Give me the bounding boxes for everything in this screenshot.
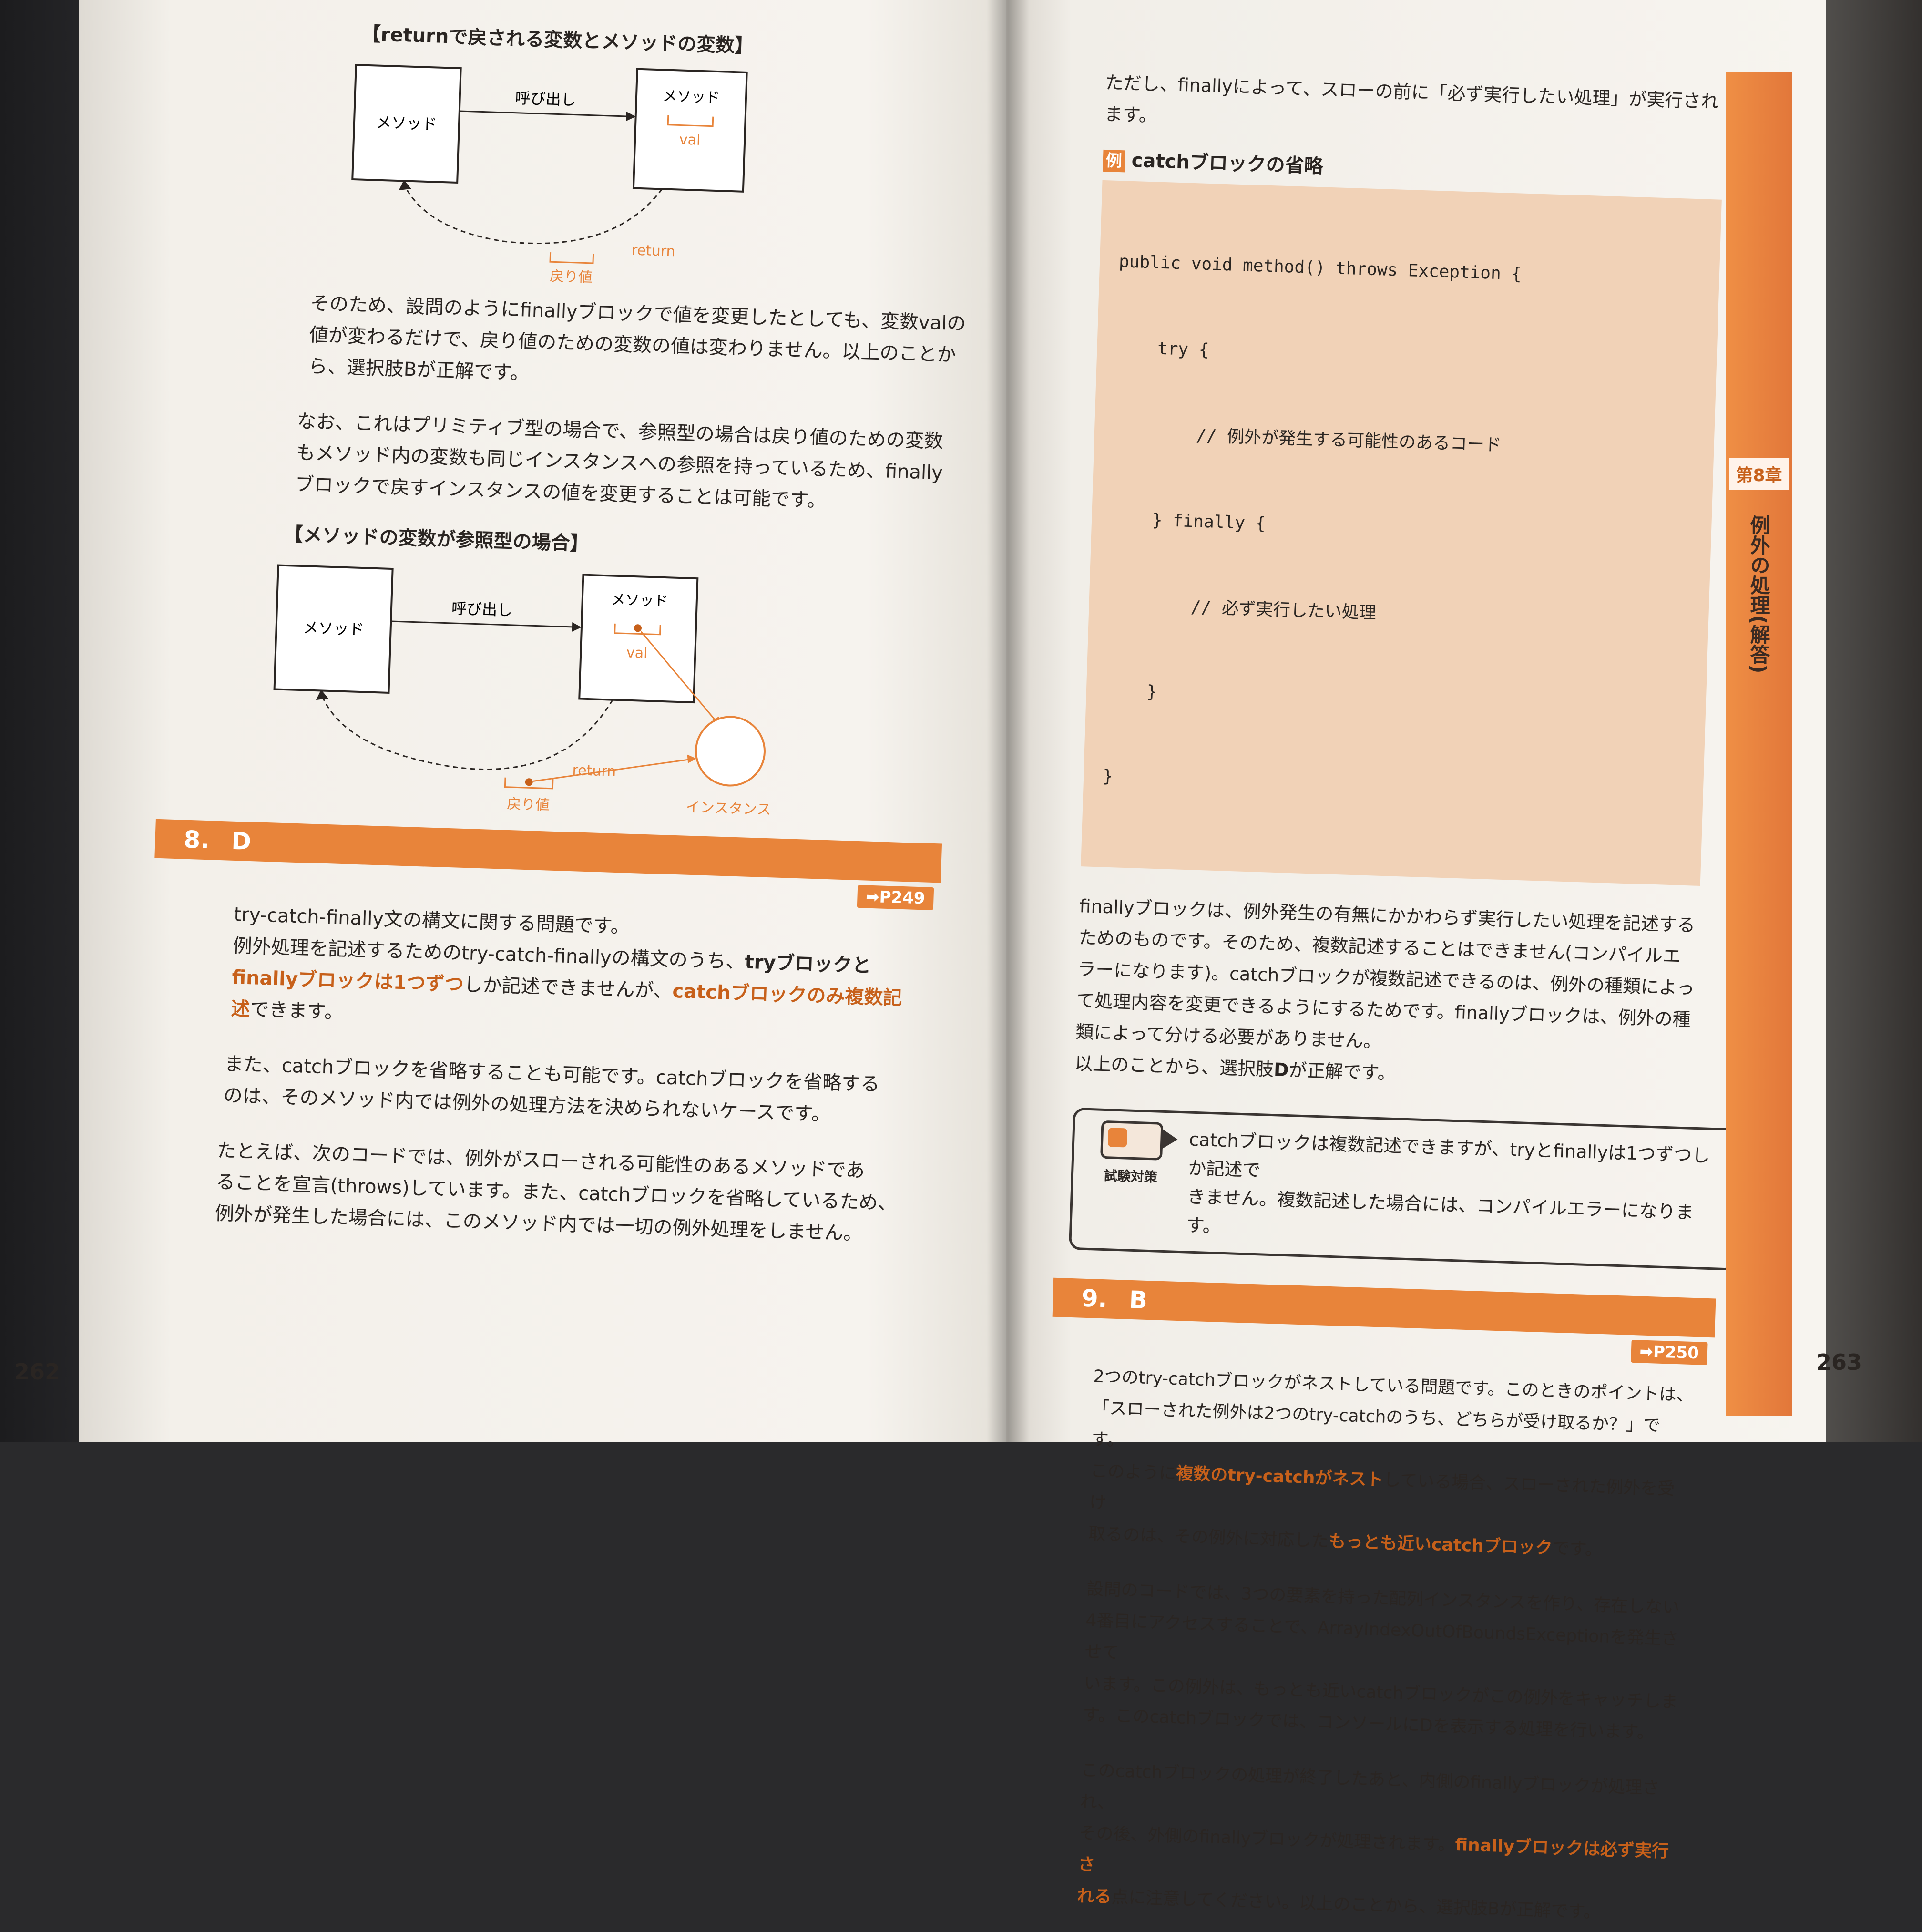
answer-8-page-ref[interactable]: ➡P249 [857, 885, 934, 911]
diagram2-retval-ref-arrowhead [687, 754, 697, 763]
exam-tip-box: 試験対策 catchブロックは複数記述できますが、tryとfinallyは1つず… [1069, 1107, 1740, 1271]
diagram1-return-label: return [631, 242, 675, 260]
diagram2-return-arrow [321, 695, 613, 770]
code-line: public void method() throws Exception { [1118, 252, 1522, 284]
answer-9-letter: B [1128, 1285, 1148, 1314]
code-line: try { [1115, 337, 1210, 360]
right-page-number: 263 [1816, 1349, 1862, 1375]
diagram2-retval-ref-arrow [532, 759, 690, 782]
diagram1-call-label: 呼び出し [515, 89, 576, 109]
right-page-content: ただし、finallyによって、スローの前に「必ず実行したい処理」が実行されます… [1048, 67, 1740, 1931]
answer-8-letter: D [231, 827, 252, 856]
chapter-title: 例外の処理(解答) [1747, 515, 1770, 674]
chapter-side-tab: 第8章 例外の処理(解答) [1726, 72, 1792, 1416]
diagram2-var-label: val [626, 645, 648, 662]
diagram2-retval-dot [525, 778, 533, 786]
diagram1-var-label: val [679, 132, 701, 149]
diagram2-call-arrow [391, 620, 573, 628]
diagram1-call-arrow [459, 110, 626, 117]
answer-9-page-ref[interactable]: ➡P250 [1630, 1339, 1708, 1365]
answer-9-number: 9. [1081, 1284, 1108, 1313]
diagram2-call-label: 呼び出し [451, 599, 512, 619]
diagram2-call-arrowhead [572, 622, 582, 632]
example-title: catchブロックの省略 [1131, 149, 1324, 178]
example-badge: 例 [1103, 149, 1125, 173]
code-line: // 必ず実行したい処理 [1107, 595, 1377, 623]
diagram2-instance-circle [695, 716, 766, 787]
code-line: } finally { [1110, 509, 1266, 534]
code-example: public void method() throws Exception { … [1081, 180, 1722, 886]
diagram2-callee-label: メソッド [611, 591, 668, 610]
diagram1-retval-label: 戻り値 [550, 268, 593, 286]
diagram2-instance-label: インスタンス [685, 799, 771, 819]
left-page-number: 262 [14, 1359, 61, 1385]
diagram1-callee-label: メソッド [662, 88, 720, 106]
diagram1-callee-box [632, 68, 748, 193]
book-gutter [987, 0, 1030, 1442]
diagram1-return-arrow [404, 185, 663, 244]
answer-8-number: 8. [183, 825, 210, 854]
code-line: } [1102, 766, 1114, 787]
pencil-icon [1100, 1120, 1164, 1161]
chapter-number: 第8章 [1729, 458, 1789, 490]
answer-9-bar: 9. B ➡P250 [1052, 1277, 1716, 1365]
code-line: // 例外が発生する可能性のあるコード [1113, 423, 1502, 455]
answer-8-bar: 8. D ➡P249 [154, 819, 942, 911]
diagram2-caller-label: メソッド [303, 618, 364, 638]
exam-tip-label: 試験対策 [1104, 1168, 1158, 1185]
diagram1: メソッド 呼び出し メソッド val return 戻り値 [351, 64, 748, 286]
code-line: } [1105, 680, 1157, 702]
diagram2-retval-label: 戻り値 [507, 796, 550, 814]
diagram1-retval-bracket [549, 252, 594, 264]
exam-tip-icon: 試験対策 [1087, 1120, 1175, 1192]
diagram1-caller-label: メソッド [376, 113, 437, 134]
diagram1-call-arrowhead [626, 111, 636, 121]
left-page-content: 【returnで戻される変数とメソッドの変数】 メソッド 呼び出し メソッド v… [154, 14, 977, 1252]
diagram2: メソッド 呼び出し メソッド val インスタンス return 戻り値 [273, 564, 771, 819]
